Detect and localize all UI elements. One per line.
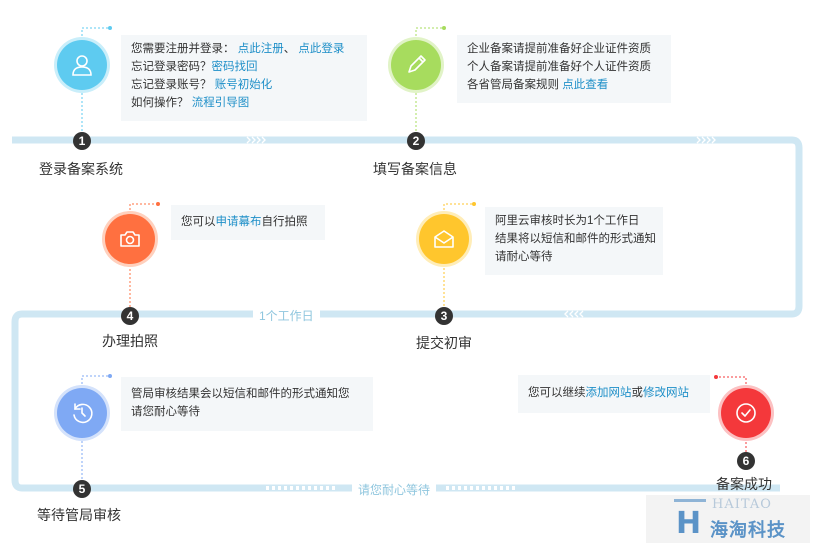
info-link[interactable]: 点此登录	[298, 43, 344, 55]
info-text: 个人备案请提前准备好个人证件资质	[467, 61, 651, 73]
logo-en: HAITAO	[712, 497, 772, 512]
info-text: 如何操作？	[131, 97, 192, 109]
user-icon	[72, 55, 92, 76]
info-line: 您需要注册并登录： 点此注册、 点此登录	[131, 40, 357, 58]
info-text: 或	[631, 387, 644, 399]
info-line: 请您耐心等待	[131, 403, 363, 421]
step-5-number: 5	[73, 480, 91, 498]
info-line: 个人备案请提前准备好个人证件资质	[467, 58, 661, 76]
info-text: 结果将以短信和邮件的形式通知	[495, 233, 656, 245]
info-link[interactable]: 点此查看	[562, 79, 608, 91]
step-5-title: 等待管局审核	[37, 507, 121, 523]
info-text: 忘记登录密码？	[131, 61, 212, 73]
info-text: 您需要注册并登录：	[131, 43, 238, 55]
step-6-number: 6	[737, 452, 755, 470]
info-line: 请耐心等待	[495, 248, 653, 266]
step-3-number: 3	[435, 307, 453, 325]
info-line: 如何操作？ 流程引导图	[131, 94, 357, 112]
step-4-circle	[105, 214, 155, 264]
step-5-circle	[57, 388, 107, 438]
step-6-title: 备案成功	[716, 476, 772, 492]
info-link[interactable]: 申请幕布	[216, 216, 262, 228]
info-line: 您可以申请幕布自行拍照	[181, 213, 315, 231]
info-line: 您可以继续添加网站或修改网站	[528, 384, 700, 402]
info-text: 阿里云审核时长为1个工作日	[495, 215, 640, 227]
clock-icon	[73, 403, 93, 424]
step-6-info-box: 您可以继续添加网站或修改网站	[518, 375, 710, 413]
step-1-number: 1	[73, 132, 91, 150]
info-text: 管局审核结果会以短信和邮件的形式通知您	[131, 388, 350, 400]
info-text: 请您耐心等待	[131, 406, 200, 418]
step-1-info-box: 您需要注册并登录： 点此注册、 点此登录 忘记登录密码？密码找回 忘记登录账号？ 账…	[121, 35, 367, 121]
info-link[interactable]: 流程引导图	[192, 97, 250, 109]
pencil-icon	[408, 55, 426, 73]
step-3-info-box: 阿里云审核时长为1个工作日结果将以短信和邮件的形式通知 请耐心等待	[485, 207, 663, 275]
info-text: 您可以继续	[528, 387, 586, 399]
info-line: 忘记登录账号？ 账号初始化	[131, 76, 357, 94]
envelope-icon	[434, 230, 454, 248]
info-text: 请耐心等待	[495, 251, 553, 263]
info-line: 管局审核结果会以短信和邮件的形式通知您	[131, 385, 363, 403]
step-3-circle	[419, 214, 469, 264]
step-1-circle	[57, 40, 107, 90]
info-link[interactable]: 点此注册	[238, 43, 284, 55]
step-6-circle	[721, 388, 771, 438]
info-link[interactable]: 密码找回	[212, 61, 258, 73]
brand-logo: H HAITAO 海淘科技	[646, 495, 810, 543]
info-link[interactable]: 修改网站	[643, 387, 689, 399]
info-text: 自行拍照	[261, 216, 308, 228]
logo-bar	[674, 499, 706, 502]
info-text: 、	[283, 43, 299, 55]
step-4-title: 办理拍照	[102, 333, 158, 349]
logo-cn: 海淘科技	[710, 520, 786, 540]
info-line: 结果将以短信和邮件的形式通知	[495, 230, 656, 248]
info-link[interactable]: 添加网站	[586, 387, 632, 399]
info-text: 您可以	[181, 216, 216, 228]
track-label-please-wait: 请您耐心等待	[352, 481, 437, 498]
info-text: 各省管局备案规则	[467, 79, 563, 91]
info-line: 企业备案请提前准备好企业证件资质	[467, 40, 661, 58]
check-icon	[736, 403, 756, 423]
camera-icon	[120, 231, 140, 247]
info-line: 阿里云审核时长为1个工作日	[495, 212, 653, 230]
info-text: 忘记登录账号？	[131, 79, 215, 91]
info-line: 忘记登录密码？密码找回	[131, 58, 357, 76]
track-label-one-workday: 1个工作日	[253, 307, 320, 324]
step-5-info-box: 管局审核结果会以短信和邮件的形式通知您 请您耐心等待	[121, 377, 373, 431]
step-3-title: 提交初审	[416, 335, 472, 351]
step-2-number: 2	[407, 132, 425, 150]
step-4-number: 4	[121, 307, 139, 325]
info-text: 企业备案请提前准备好企业证件资质	[467, 43, 651, 55]
info-line: 各省管局备案规则 点此查看	[467, 76, 661, 94]
step-2-title: 填写备案信息	[373, 161, 457, 177]
step-1-title: 登录备案系统	[39, 161, 123, 177]
step-2-circle	[391, 40, 441, 90]
info-link[interactable]: 账号初始化	[215, 79, 273, 91]
logo-letter: H	[676, 506, 702, 541]
step-2-info-box: 企业备案请提前准备好企业证件资质 个人备案请提前准备好个人证件资质 各省管局备案规则…	[457, 35, 671, 103]
step-4-info-box: 您可以申请幕布自行拍照	[171, 205, 325, 240]
